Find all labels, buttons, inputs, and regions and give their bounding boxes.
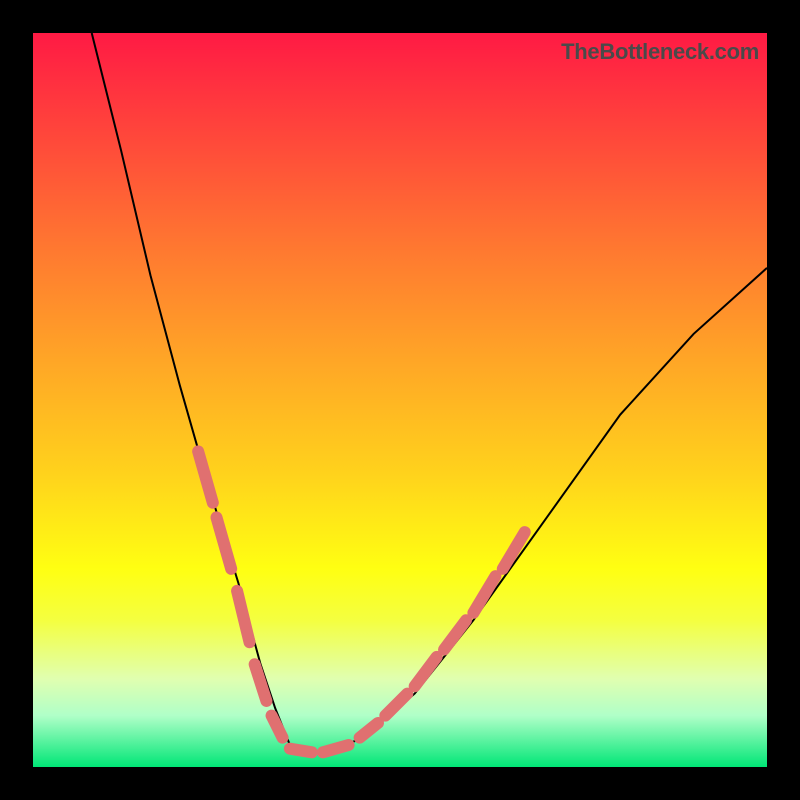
bottleneck-curve [33, 33, 767, 767]
plot-area: TheBottleneck.com [33, 33, 767, 767]
chart-frame: TheBottleneck.com [0, 0, 800, 800]
